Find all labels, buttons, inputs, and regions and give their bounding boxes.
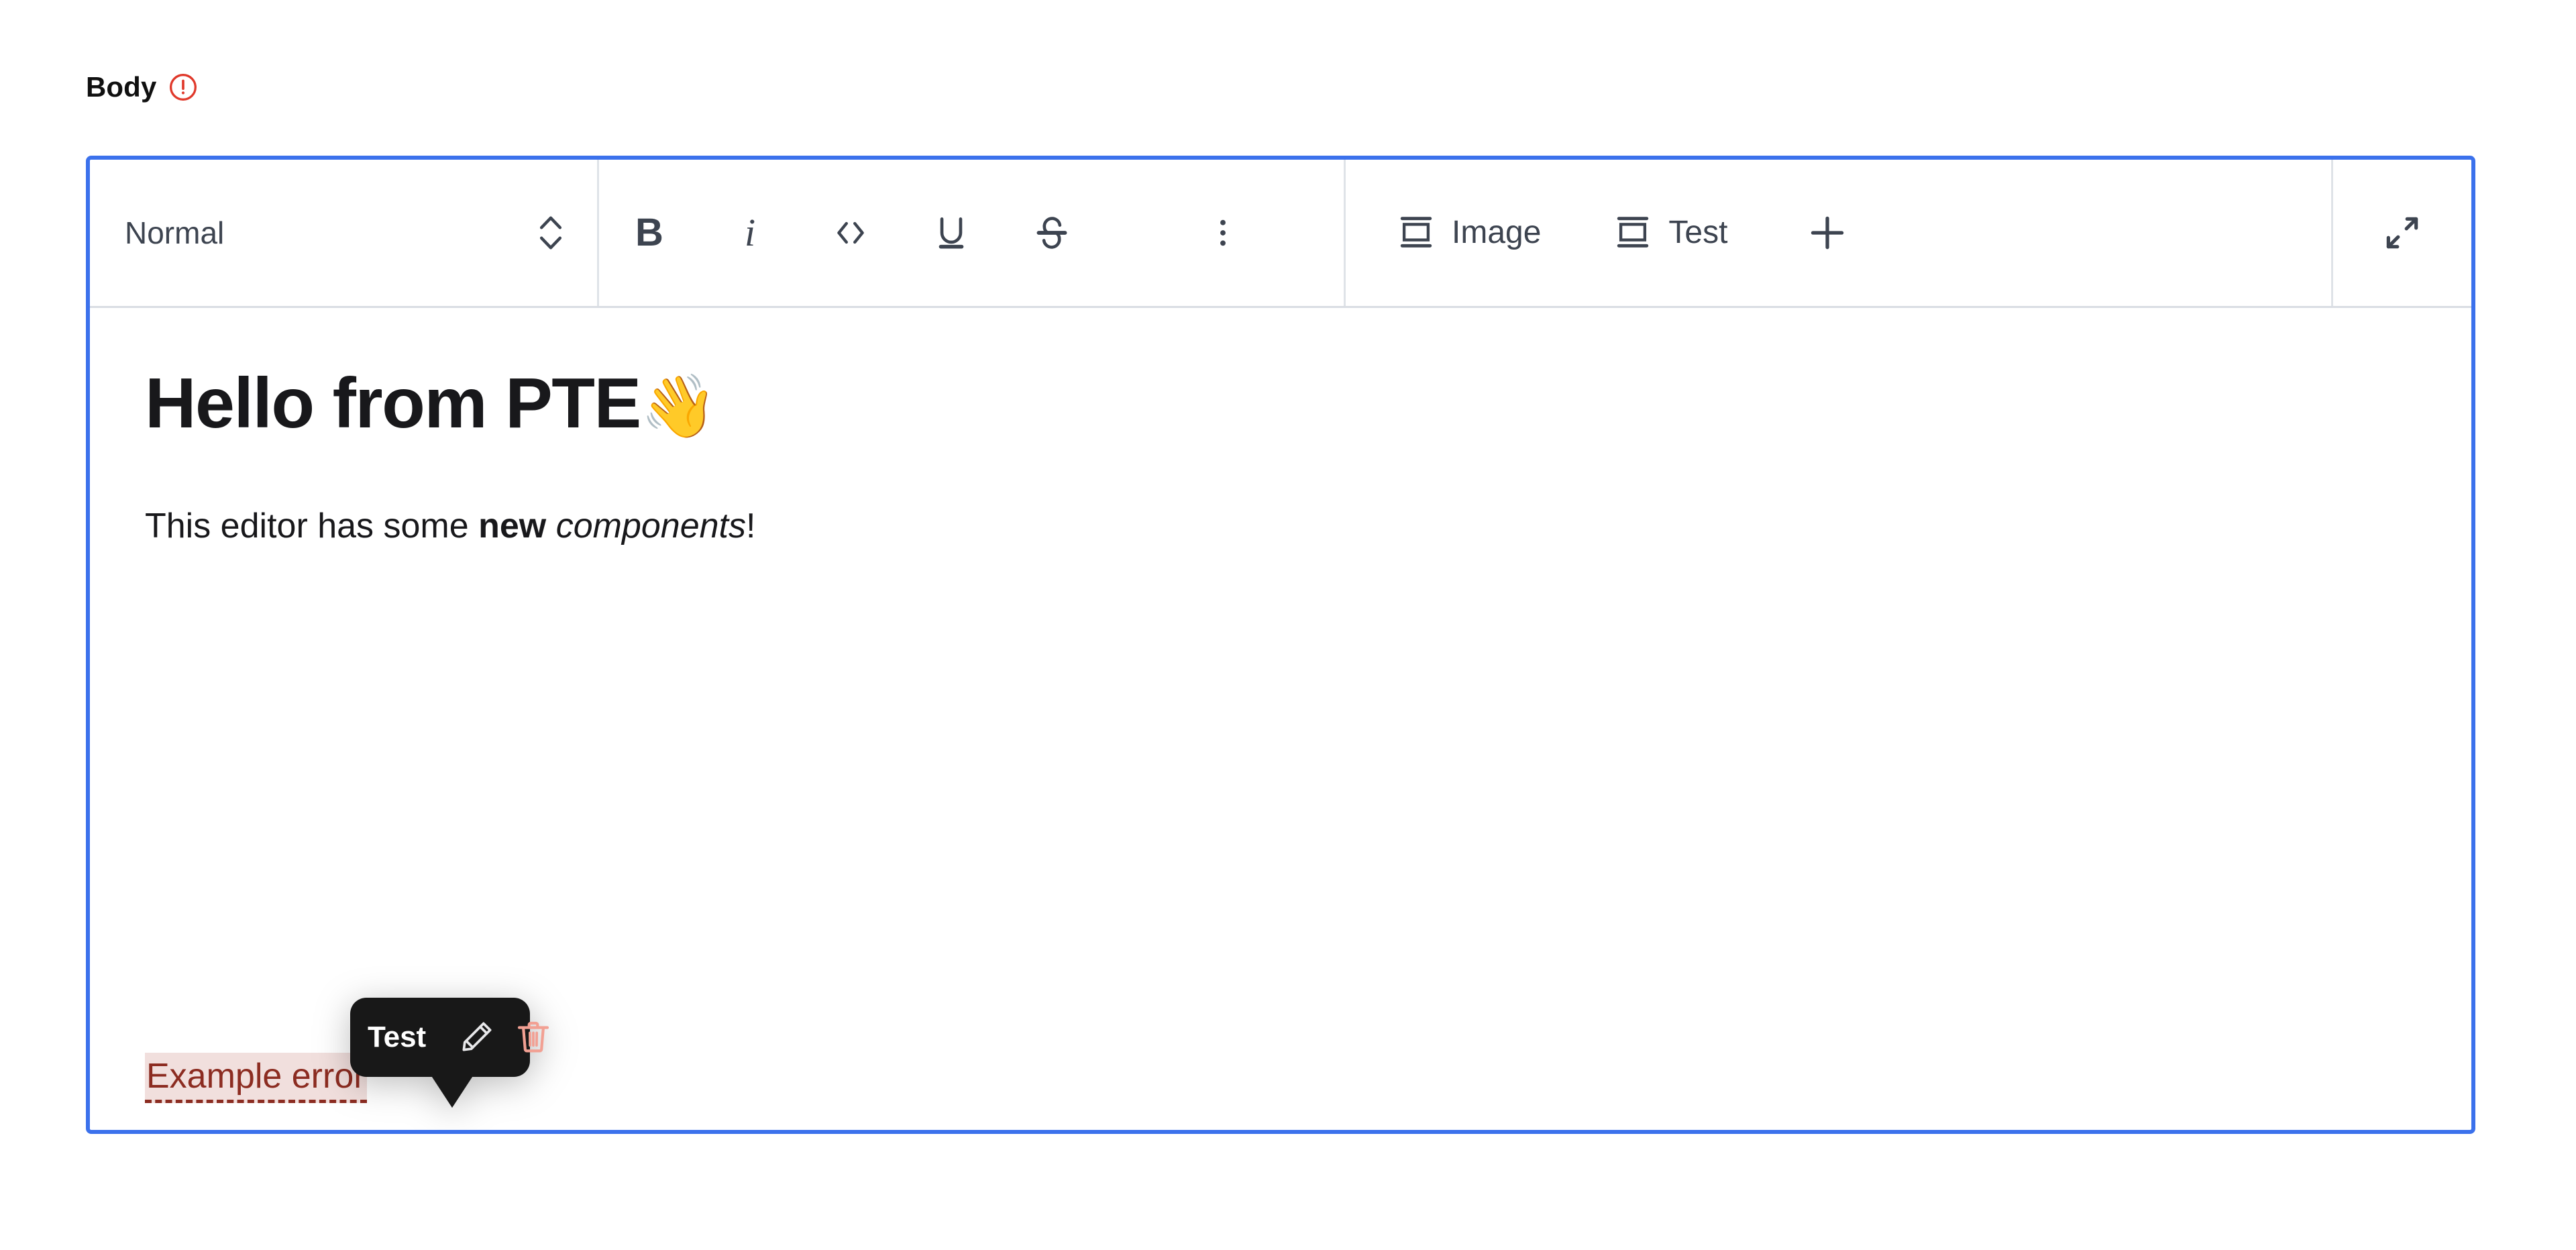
toolbar-group-inline-format: B i [599, 160, 1344, 306]
toolbar-group-expand [2333, 160, 2471, 306]
paragraph-bold-text: new [478, 506, 547, 545]
plus-icon [1804, 209, 1851, 256]
block-format-select[interactable]: Normal [90, 160, 597, 306]
bold-button[interactable]: B [599, 160, 700, 306]
chevron-up-down-icon [535, 211, 566, 255]
page-title: Body [86, 71, 157, 103]
more-vertical-dots-icon [1205, 215, 1241, 251]
add-node-button[interactable] [1750, 160, 1904, 306]
trash-delete-icon [515, 1018, 552, 1057]
bold-icon: B [635, 211, 663, 254]
expand-diagonal-arrows-icon [2381, 212, 2423, 254]
node-action-popover: Test [350, 998, 549, 1108]
strikethrough-icon [1031, 212, 1073, 254]
toolbar-group-node-insert: Image Test [1346, 160, 1904, 306]
insert-image-label: Image [1452, 215, 1542, 250]
insert-test-button[interactable]: Test [1591, 160, 1750, 306]
underline-icon [930, 212, 972, 254]
block-format-selected-label: Normal [125, 215, 225, 250]
document-heading: Hello from PTE👋 [145, 363, 2416, 445]
insert-block-icon [1397, 213, 1436, 254]
rich-text-editor[interactable]: Normal B i Image Test Hello from PTE👋 Th… [86, 156, 2475, 1134]
insert-block-icon [1613, 213, 1652, 254]
popover-edit-button[interactable] [449, 1018, 505, 1057]
paragraph-italic-text: components [555, 506, 746, 545]
insert-image-button[interactable]: Image [1374, 160, 1564, 306]
document-paragraph: This editor has some new components! [145, 503, 2416, 550]
field-label-row: Body [86, 70, 198, 104]
editor-toolbar: Normal B i Image Test [90, 160, 2471, 308]
pencil-edit-icon [458, 1018, 496, 1057]
code-icon [830, 212, 871, 254]
error-circle-exclamation-icon [168, 72, 198, 102]
toolbar-group-block-format: Normal [90, 160, 597, 306]
paragraph-text-between [546, 507, 555, 545]
error-node-text[interactable]: Example error [145, 1053, 367, 1104]
waving-hand-emoji: 👋 [640, 372, 718, 441]
insert-test-label: Test [1668, 215, 1728, 250]
expand-editor-button[interactable] [2333, 160, 2471, 306]
node-action-popover-body: Test [350, 998, 549, 1077]
underline-button[interactable] [901, 160, 1002, 306]
code-button[interactable] [800, 160, 901, 306]
popover-delete-button[interactable] [505, 1018, 561, 1057]
more-options-button[interactable] [1102, 160, 1344, 306]
document-heading-text: Hello from PTE [145, 364, 641, 443]
error-node-line: Example error [145, 1053, 367, 1104]
paragraph-text-before-bold: This editor has some [145, 506, 479, 545]
paragraph-text-after: ! [746, 506, 756, 545]
popover-node-label: Test [368, 1021, 427, 1053]
italic-icon: i [744, 211, 756, 254]
italic-button[interactable]: i [700, 160, 800, 306]
strikethrough-button[interactable] [1002, 160, 1102, 306]
